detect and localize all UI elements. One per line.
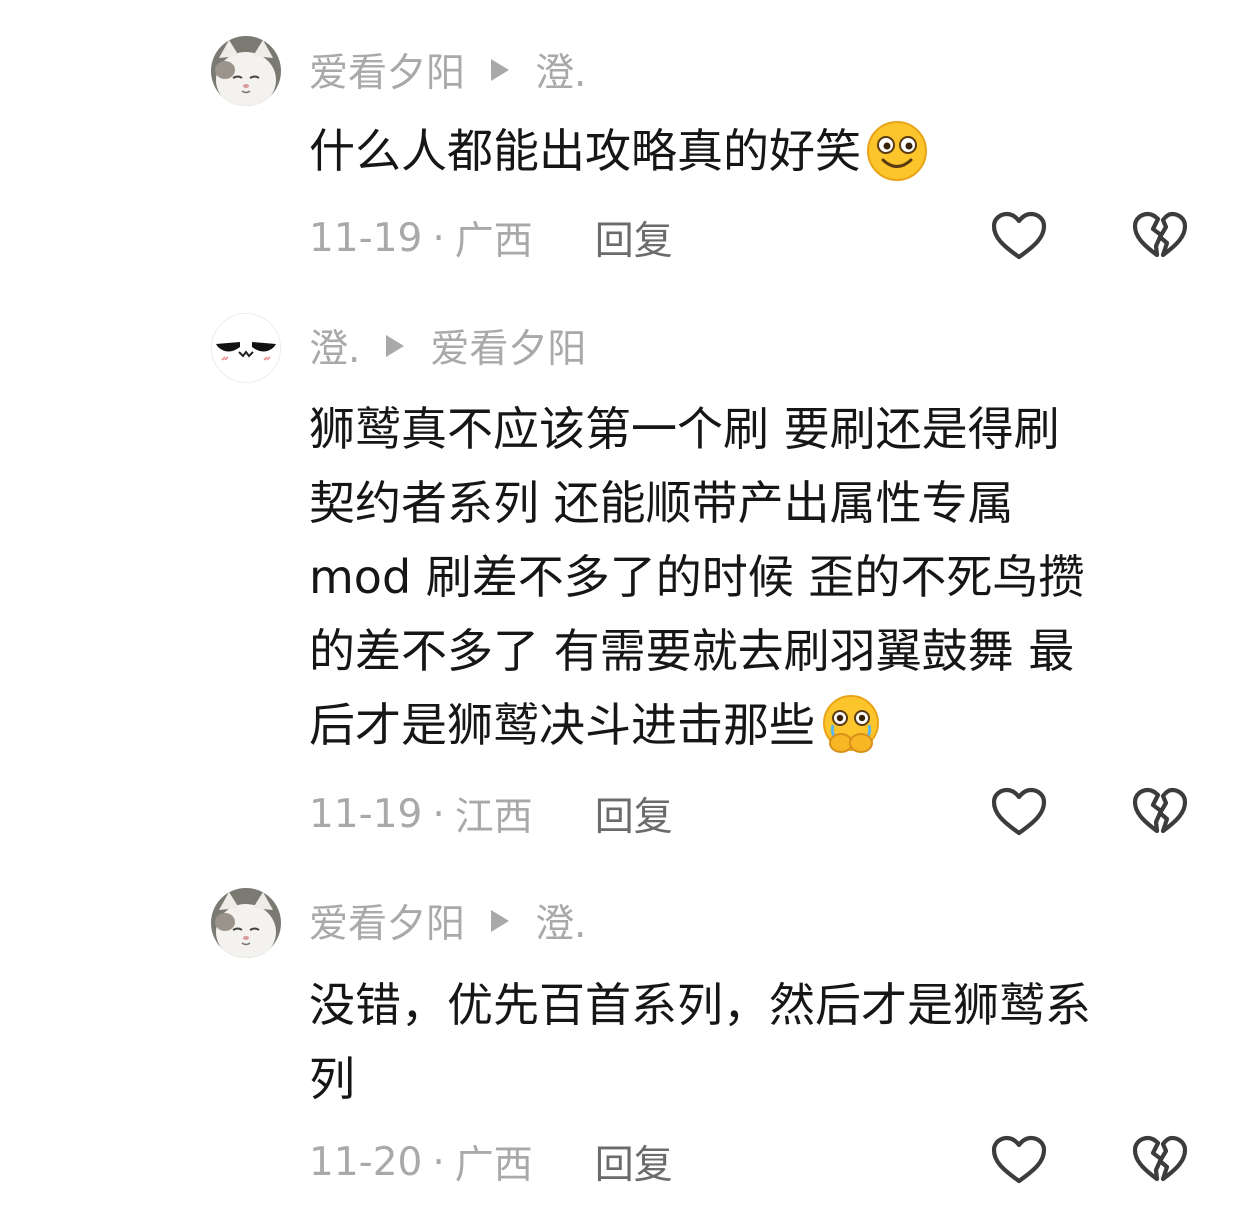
comment-meta: 11-20 · 广西 回复	[309, 1134, 673, 1190]
comment-line: 什么人都能出攻略真的好笑	[309, 124, 861, 178]
play-triangle-icon	[491, 910, 510, 932]
comment-line: 狮鹫真不应该第一个刷 要刷还是得刷	[309, 402, 1060, 456]
comment-date: 11-20	[309, 1139, 423, 1185]
author-name[interactable]: 澄.	[309, 318, 360, 374]
meta-separator: ·	[432, 1139, 445, 1185]
reply-header: 澄. 爱看夕阳	[309, 318, 586, 374]
dislike-button[interactable]	[1131, 786, 1189, 838]
comment-location: 江西	[454, 795, 533, 840]
comment-line-last: 后才是狮鹫决斗进击那些	[309, 688, 1209, 762]
reply-to-name[interactable]: 澄.	[535, 893, 586, 949]
comment-location: 广西	[454, 1143, 533, 1188]
reply-header: 爱看夕阳 澄.	[309, 42, 586, 98]
comment-date: 11-19	[309, 215, 423, 261]
comment-text: 什么人都能出攻略真的好笑	[309, 114, 1209, 188]
reply-header: 爱看夕阳 澄.	[309, 893, 586, 949]
meta-separator: ·	[432, 215, 445, 261]
avatar[interactable]	[211, 36, 281, 106]
like-button[interactable]	[990, 210, 1048, 262]
avatar[interactable]	[211, 888, 281, 958]
reply-to-name[interactable]: 澄.	[535, 42, 586, 98]
comment-line: mod 刷差不多了的时候 歪的不死鸟攒	[309, 550, 1085, 604]
heart-outline-icon	[991, 787, 1047, 836]
broken-heart-icon	[1132, 211, 1188, 258]
comment-line: 契约者系列 还能顺带产出属性专属	[309, 476, 1014, 530]
author-name[interactable]: 爱看夕阳	[309, 893, 465, 949]
reply-to-name[interactable]: 爱看夕阳	[430, 318, 586, 374]
play-triangle-icon	[491, 59, 510, 81]
white-cat-avatar-icon	[211, 36, 281, 106]
crying-face-emoji-icon	[823, 694, 879, 753]
comment-text: 狮鹫真不应该第一个刷 要刷还是得刷 契约者系列 还能顺带产出属性专属 mod 刷…	[309, 392, 1209, 762]
comment-meta: 11-19 · 江西 回复	[309, 786, 673, 842]
white-cat-avatar-icon	[211, 888, 281, 958]
comment-line: 后才是狮鹫决斗进击那些	[309, 698, 815, 752]
comment-date: 11-19	[309, 791, 423, 837]
like-button[interactable]	[990, 786, 1048, 838]
play-triangle-icon	[386, 335, 405, 357]
avatar[interactable]	[211, 313, 281, 383]
smiling-face-emoji-icon	[867, 120, 927, 181]
author-name[interactable]: 爱看夕阳	[309, 42, 465, 98]
dislike-button[interactable]	[1131, 1134, 1189, 1186]
broken-heart-icon	[1132, 1135, 1188, 1182]
dislike-button[interactable]	[1131, 210, 1189, 262]
comment-line: 没错，优先百首系列，然后才是狮鹫系	[309, 978, 1091, 1032]
meta-separator: ·	[432, 791, 445, 837]
comment-text: 没错，优先百首系列，然后才是狮鹫系 列	[309, 968, 1209, 1116]
comment-line: 列	[309, 1052, 355, 1106]
reply-button[interactable]: 回复	[595, 1134, 673, 1190]
comment-line: 的差不多了 有需要就去刷羽翼鼓舞 最	[309, 624, 1075, 678]
reply-button[interactable]: 回复	[595, 210, 673, 266]
heart-outline-icon	[991, 1135, 1047, 1184]
like-button[interactable]	[990, 1134, 1048, 1186]
reply-button[interactable]: 回复	[595, 786, 673, 842]
comment-location: 广西	[454, 219, 533, 264]
cartoon-face-avatar-icon	[212, 314, 280, 382]
heart-outline-icon	[991, 211, 1047, 260]
broken-heart-icon	[1132, 787, 1188, 834]
comment-meta: 11-19 · 广西 回复	[309, 210, 673, 266]
